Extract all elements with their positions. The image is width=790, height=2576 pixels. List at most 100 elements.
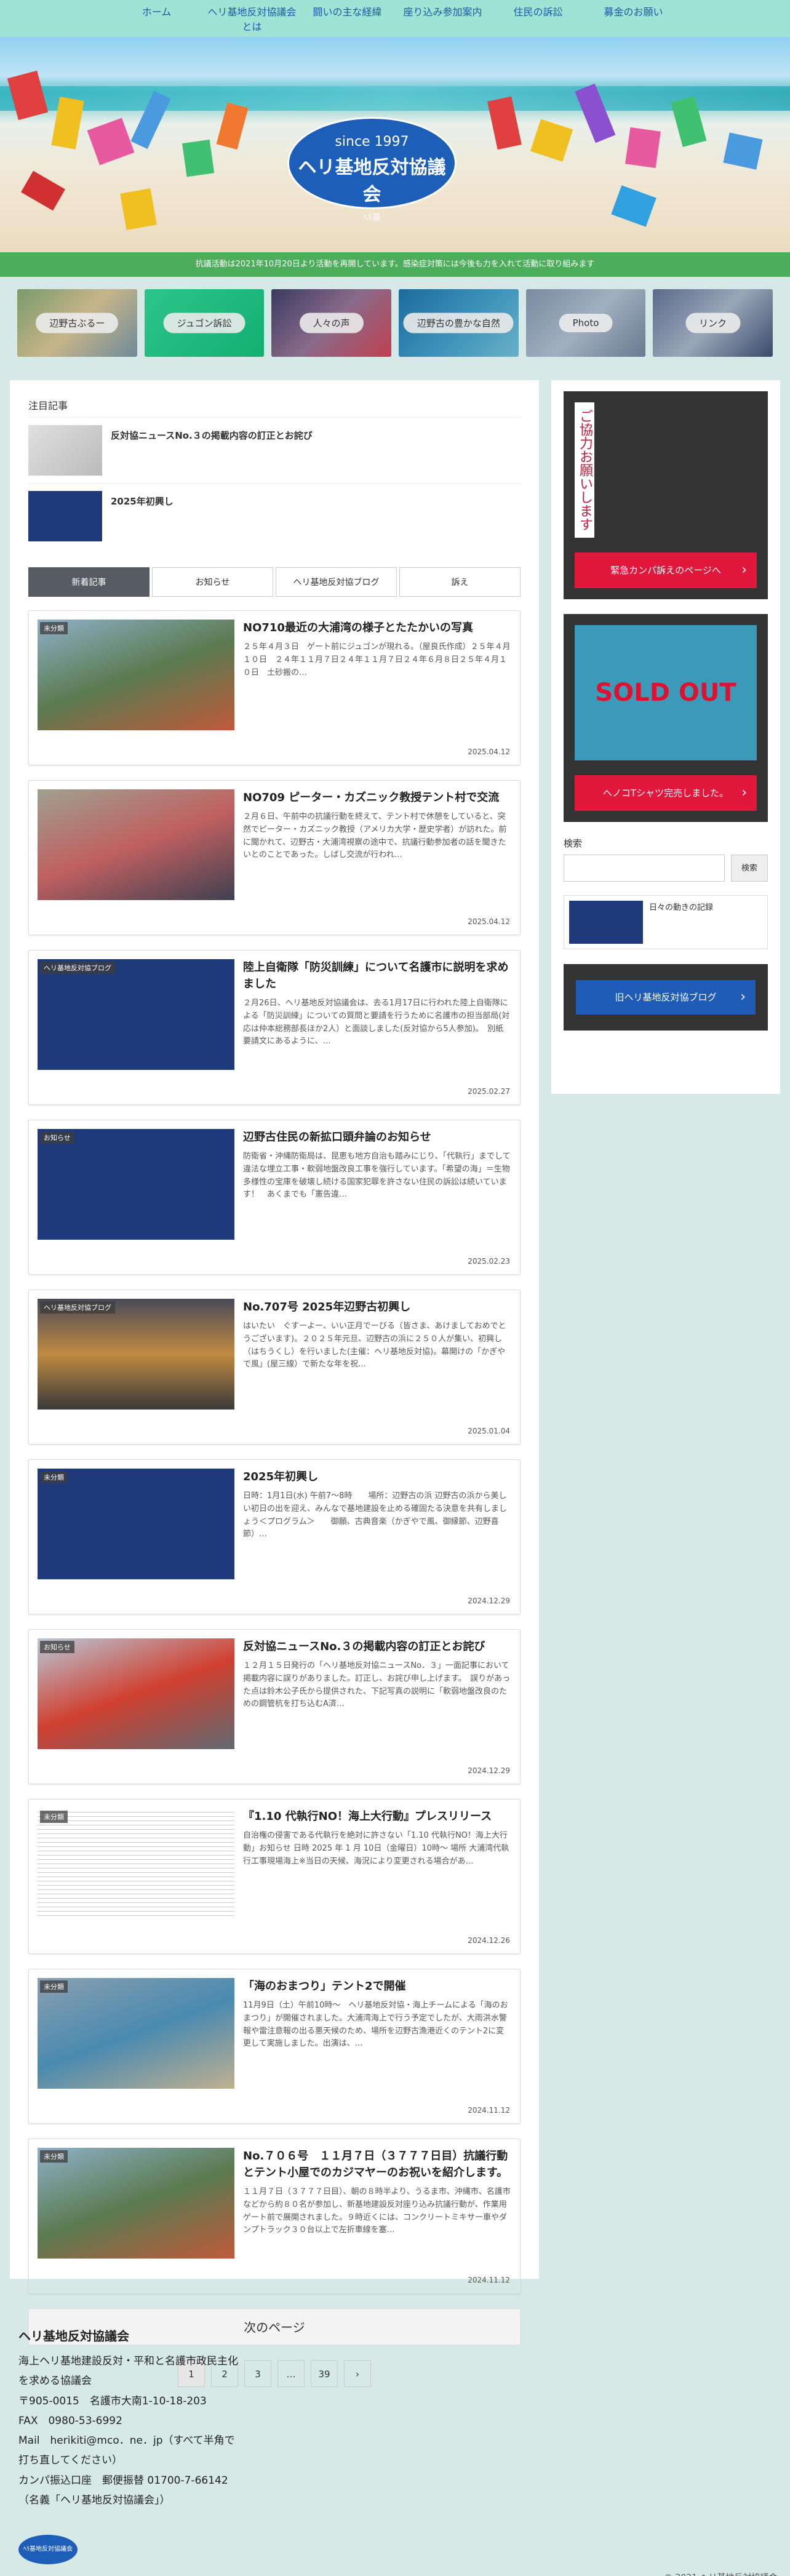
post-card[interactable]: 未分類 「海のおまつり」テント2で開催 11月9日（土）午前10時～ ヘリ基地反対… xyxy=(28,1969,521,2124)
post-title[interactable]: No.707号 2025年辺野古初興し xyxy=(243,1299,511,1315)
nav-home[interactable]: ホーム xyxy=(109,4,204,33)
post-thumbnail: ヘリ基地反対協ブログ xyxy=(38,959,234,1070)
tile-nature[interactable]: 辺野古の豊かな自然 xyxy=(399,289,519,357)
post-category: お知らせ xyxy=(40,1641,74,1653)
post-category: お知らせ xyxy=(40,1131,74,1144)
donation-button[interactable]: 緊急カンパ訴えのページへ xyxy=(575,552,757,588)
post-category: 未分類 xyxy=(40,1811,68,1823)
tile-henoko-blue[interactable]: 辺野古ぶるー xyxy=(17,289,137,357)
post-thumbnail: ヘリ基地反対協ブログ xyxy=(38,1299,234,1410)
post-card[interactable]: 未分類 2025年初興し日時：1月1日(水) 午前7～8時 場所：辺野古の浜 辺… xyxy=(28,1459,521,1614)
old-blog-banner: 旧ヘリ基地反対協ブログ xyxy=(564,964,768,1031)
logo-mark: ﾍﾘ基 xyxy=(363,213,381,223)
featured-heading: 注目記事 xyxy=(28,400,68,412)
post-excerpt: １１月７日（３７７７日目）、朝の８時半より、うるま市、沖縄市、名護市などから約８… xyxy=(243,2187,511,2235)
main-content: 注目記事 反対協ニュースNo.３の掲載内容の訂正とお詫び 2025年初興し 新着… xyxy=(10,380,539,2387)
tab-new-posts[interactable]: 新着記事 xyxy=(28,567,150,597)
post-title[interactable]: 『1.10 代執行NO！海上大行動』プレスリリース xyxy=(243,1808,511,1825)
old-blog-button[interactable]: 旧ヘリ基地反対協ブログ xyxy=(576,980,756,1015)
sidebar: ご協力お願いします 緊急カンパ訴えのページへ SOLD OUT ヘノコTシャツ完… xyxy=(551,380,780,1094)
post-title[interactable]: 「海のおまつり」テント2で開催 xyxy=(243,1978,511,1995)
post-title[interactable]: No.７０６号 １１月７日（３７７７日目）抗議行動とテント小屋でのカジマヤーのお… xyxy=(243,2148,511,2181)
post-date: 2025.04.12 xyxy=(468,917,510,926)
featured-title: 反対協ニュースNo.３の掲載内容の訂正とお詫び xyxy=(111,430,313,441)
tshirt-image: SOLD OUT xyxy=(575,625,757,760)
post-title[interactable]: NO709 ピーター・カズニック教授テント村で交流 xyxy=(243,789,511,806)
footer-line: 海上ヘリ基地建設反対・平和と名護市政民主化 xyxy=(18,2355,238,2367)
post-card[interactable]: ヘリ基地反対協ブログ 陸上自衛隊「防災訓練」について名護市に説明を求めました ２月… xyxy=(28,950,521,1105)
post-date: 2024.11.12 xyxy=(468,2106,510,2115)
post-category: 未分類 xyxy=(40,2150,68,2163)
tab-appeal[interactable]: 訴え xyxy=(399,567,521,597)
footer-bank: カンパ振込口座 郵便振替 01700-7-66142 xyxy=(18,2474,228,2487)
footer-logo[interactable]: ﾍﾘ基地反対協議会 xyxy=(18,2535,78,2565)
sidebar-post[interactable]: 日々の動きの記録 xyxy=(564,895,768,949)
tile-label: リンク xyxy=(685,313,741,333)
nav-about[interactable]: ヘリ基地反対協議会とは xyxy=(204,4,300,33)
post-excerpt: 日時：1月1日(水) 午前7～8時 場所：辺野古の浜 辺野古の浜から美しい初日の… xyxy=(243,1491,508,1539)
post-date: 2025.02.23 xyxy=(468,1257,510,1266)
nav-donation[interactable]: 募金のお願い xyxy=(586,4,681,33)
tile-dugong-lawsuit[interactable]: ジュゴン訴訟 xyxy=(144,289,265,357)
cat-illustration: ご協力お願いします xyxy=(575,402,594,538)
post-card[interactable]: お知らせ 辺野古住民の新拡口頭弁論のお知らせ 防衛省・沖縄防衛局は、昆恵も地方自治… xyxy=(28,1120,521,1275)
search-heading: 検索 xyxy=(564,838,583,849)
featured-thumb xyxy=(28,491,102,541)
post-title[interactable]: 2025年初興し xyxy=(243,1469,511,1485)
tile-label: Photo xyxy=(559,314,613,332)
nav-history[interactable]: 闘いの主な経緯 xyxy=(300,4,395,33)
post-date: 2025.02.27 xyxy=(468,1087,510,1096)
post-excerpt: 11月9日（土）午前10時～ ヘリ基地反対協・海上チームによる「海のおまつり」が… xyxy=(243,2001,508,2049)
post-title[interactable]: 辺野古住民の新拡口頭弁論のお知らせ xyxy=(243,1129,511,1146)
post-card[interactable]: 未分類 No.７０６号 １１月７日（３７７７日目）抗議行動とテント小屋でのカジマ… xyxy=(28,2139,521,2294)
post-card[interactable]: 未分類 『1.10 代執行NO！海上大行動』プレスリリース 自治権の侵害である代執… xyxy=(28,1799,521,1954)
search-input[interactable] xyxy=(564,855,725,882)
post-thumbnail: 未分類 xyxy=(38,2148,234,2259)
tab-blog[interactable]: ヘリ基地反対協ブログ xyxy=(276,567,397,597)
sidebar-post-title: 日々の動きの記録 xyxy=(649,903,714,912)
post-thumbnail: 未分類 xyxy=(38,1469,234,1579)
nav-sit-in[interactable]: 座り込み参加案内 xyxy=(395,4,490,33)
post-excerpt: ２５年４月３日 ゲート前にジュゴンが現れる。（屋良氏作成）２５年４月１０日 ２４… xyxy=(243,642,511,677)
post-thumbnail: 未分類 xyxy=(38,1808,234,1919)
banner-text: ご協力お願いします xyxy=(577,409,592,531)
featured-item[interactable]: 反対協ニュースNo.３の掲載内容の訂正とお詫び xyxy=(28,417,521,483)
footer-fax: FAX 0980-53-6992 xyxy=(18,2414,122,2427)
top-navigation: ホーム ヘリ基地反対協議会とは 闘いの主な経緯 座り込み参加案内 住民の訴訟 募… xyxy=(0,0,790,37)
site-logo[interactable]: since 1997 ヘリ基地反対協議会 ﾍﾘ基 xyxy=(287,117,457,223)
post-thumbnail: お知らせ xyxy=(38,1129,234,1240)
post-card[interactable]: お知らせ 反対協ニュースNo.３の掲載内容の訂正とお詫び １２月１５日発行の「ヘリ… xyxy=(28,1629,521,1784)
copyright: © 2021 ヘリ基地反対協議会. xyxy=(664,2570,780,2576)
search-button[interactable]: 検索 xyxy=(731,855,768,882)
post-title[interactable]: 陸上自衛隊「防災訓練」について名護市に説明を求めました xyxy=(243,959,511,992)
post-date: 2024.12.29 xyxy=(468,1597,510,1605)
tile-label: 辺野古の豊かな自然 xyxy=(403,313,514,333)
post-card[interactable]: 未分類 NO710最近の大浦湾の様子とたたかいの写真 ２５年４月３日 ゲート前にジ… xyxy=(28,610,521,765)
post-thumbnail: お知らせ xyxy=(38,1638,234,1749)
footer-line: 打ち直してください） xyxy=(18,2454,122,2467)
post-date: 2024.12.26 xyxy=(468,1936,510,1945)
tile-voices[interactable]: 人々の声 xyxy=(271,289,392,357)
nav-lawsuit[interactable]: 住民の訴訟 xyxy=(490,4,586,33)
donation-banner[interactable]: ご協力お願いします 緊急カンパ訴えのページへ xyxy=(564,391,768,599)
tshirt-button[interactable]: ヘノコTシャツ完売しました。 xyxy=(575,775,757,811)
post-title[interactable]: 反対協ニュースNo.３の掲載内容の訂正とお詫び xyxy=(243,1638,511,1655)
post-date: 2025.04.12 xyxy=(468,748,510,756)
post-tabs: 新着記事 お知らせ ヘリ基地反対協ブログ 訴え xyxy=(28,567,521,597)
post-card[interactable]: ヘリ基地反対協ブログ No.707号 2025年辺野古初興しはいたい ぐすーよー… xyxy=(28,1290,521,1445)
tile-links[interactable]: リンク xyxy=(653,289,773,357)
featured-item[interactable]: 2025年初興し xyxy=(28,483,521,549)
post-card[interactable]: NO709 ピーター・カズニック教授テント村で交流 ２月６日、午前中の抗議行動を終… xyxy=(28,780,521,935)
tile-photo[interactable]: Photo xyxy=(525,289,646,357)
post-title[interactable]: NO710最近の大浦湾の様子とたたかいの写真 xyxy=(243,620,511,636)
post-thumbnail xyxy=(38,789,234,900)
post-thumbnail: 未分類 xyxy=(38,1978,234,2089)
tshirt-banner[interactable]: SOLD OUT ヘノコTシャツ完売しました。 xyxy=(564,614,768,822)
category-tiles: 辺野古ぶるー ジュゴン訴訟 人々の声 辺野古の豊かな自然 Photo リンク xyxy=(0,277,790,368)
sold-out-stamp: SOLD OUT xyxy=(595,679,736,707)
post-category: ヘリ基地反対協ブログ xyxy=(40,1301,115,1314)
post-excerpt: はいたい ぐすーよー、いい正月でーびる（皆さま、あけましておめでとうございます)… xyxy=(243,1322,506,1370)
tab-notices[interactable]: お知らせ xyxy=(152,567,273,597)
post-thumbnail: 未分類 xyxy=(38,620,234,730)
post-category: 未分類 xyxy=(40,1471,68,1483)
